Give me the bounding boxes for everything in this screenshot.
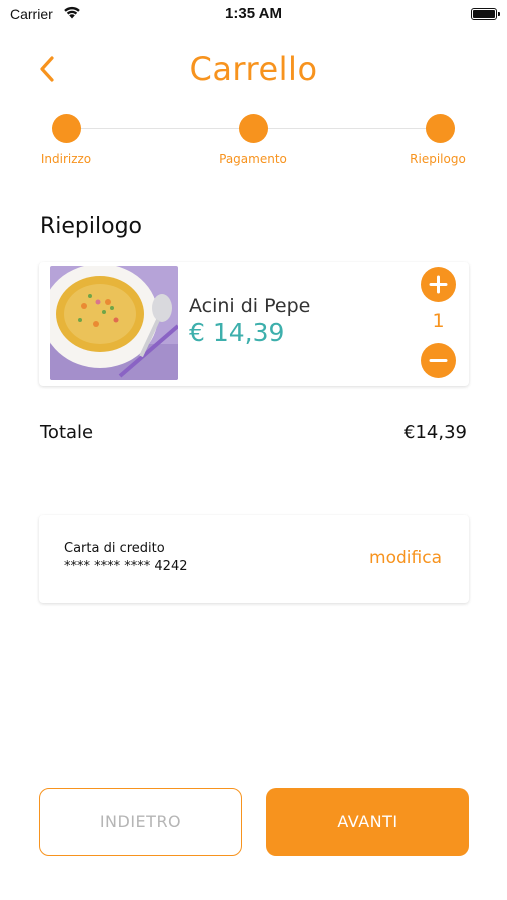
product-image — [50, 266, 178, 380]
step-dot-indirizzo — [52, 114, 81, 143]
total-label: Totale — [40, 422, 94, 443]
product-price: € 14,39 — [189, 318, 285, 347]
product-name: Acini di Pepe — [189, 295, 311, 317]
step-label-riepilogo: Riepilogo — [410, 152, 466, 166]
step-dot-pagamento — [239, 114, 268, 143]
status-bar: Carrier 1:35 AM — [0, 0, 507, 30]
payment-method-title: Carta di credito — [64, 541, 165, 556]
increase-quantity-button[interactable] — [421, 267, 456, 302]
checkout-progress: Indirizzo Pagamento Riepilogo — [0, 112, 507, 172]
status-time: 1:35 AM — [225, 5, 282, 22]
step-label-indirizzo: Indirizzo — [40, 152, 92, 166]
summary-title: Riepilogo — [40, 214, 143, 239]
decrease-quantity-button[interactable] — [421, 343, 456, 378]
payment-method-card: Carta di credito **** **** **** 4242 mod… — [39, 515, 469, 603]
card-number: **** **** **** 4242 — [64, 559, 188, 574]
page-title: Carrello — [189, 50, 318, 88]
edit-payment-link[interactable]: modifica — [369, 548, 442, 568]
step-dot-riepilogo — [426, 114, 455, 143]
total-value: €14,39 — [404, 422, 467, 443]
cart-item-card: Acini di Pepe € 14,39 1 — [39, 262, 469, 386]
step-label-pagamento: Pagamento — [219, 152, 287, 166]
quantity-value: 1 — [432, 310, 445, 332]
next-step-button[interactable]: AVANTI — [266, 788, 469, 856]
battery-icon — [471, 8, 500, 20]
back-step-button[interactable]: INDIETRO — [39, 788, 242, 856]
